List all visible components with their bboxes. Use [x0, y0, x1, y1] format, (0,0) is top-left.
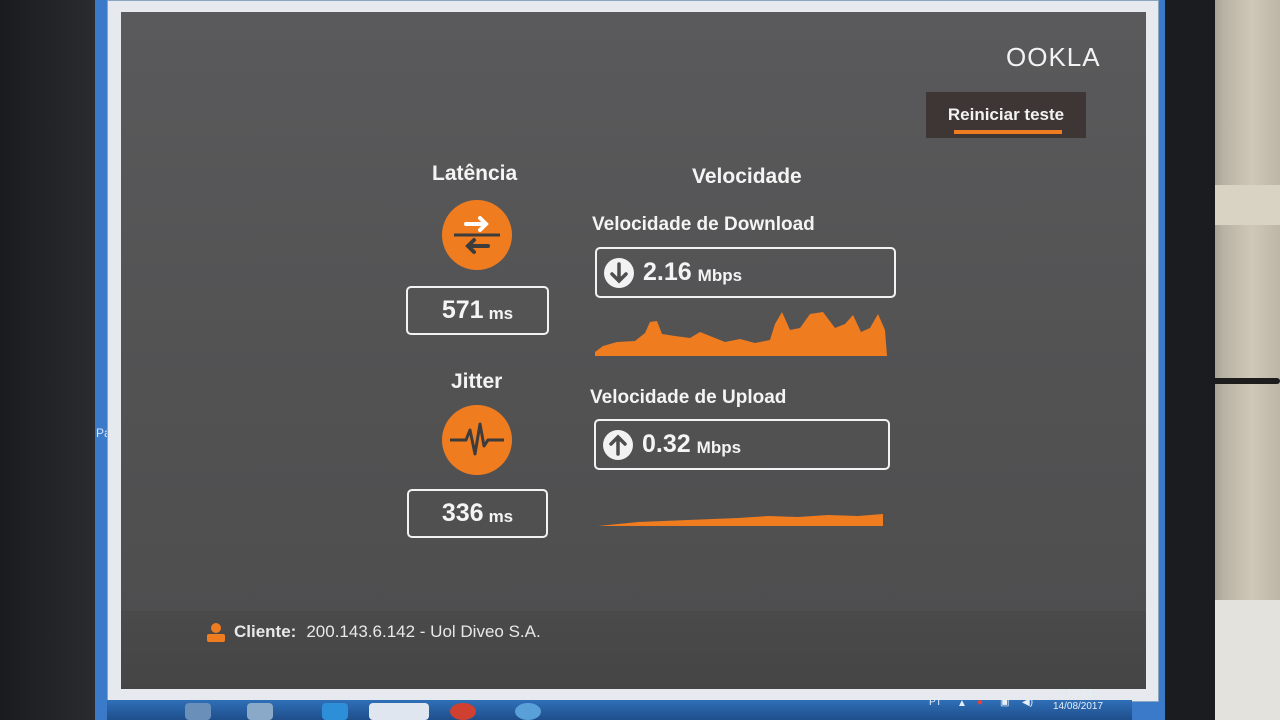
- upload-value-box: 0.32 Mbps: [594, 419, 890, 470]
- latency-value-box: 571 ms: [406, 286, 549, 335]
- firefox-icon[interactable]: [369, 703, 429, 720]
- upload-unit: Mbps: [696, 437, 742, 457]
- download-value: 2.16: [643, 258, 692, 286]
- chrome-icon[interactable]: [450, 703, 476, 720]
- speedtest-app: OOKLA Reiniciar teste Latência 571 ms Ji…: [121, 12, 1146, 689]
- speed-title: Velocidade: [692, 165, 802, 188]
- shelf: [1210, 185, 1280, 225]
- jitter-value: 336: [441, 499, 484, 527]
- upload-label: Velocidade de Upload: [590, 387, 787, 408]
- download-label: Velocidade de Download: [592, 214, 815, 235]
- clock-time[interactable]: 10:24: [1067, 688, 1092, 699]
- upload-graph: [598, 514, 883, 526]
- app-icon[interactable]: [247, 703, 273, 720]
- restart-test-button[interactable]: Reiniciar teste: [926, 92, 1086, 138]
- latency-value: 571: [441, 296, 484, 324]
- latency-icon: [442, 200, 512, 270]
- upload-value: 0.32: [642, 430, 691, 458]
- upload-arrow-icon: [603, 429, 633, 460]
- show-hidden-icons-icon[interactable]: ▲: [957, 698, 967, 709]
- latency-unit: ms: [488, 303, 514, 323]
- ie-icon[interactable]: [322, 703, 348, 720]
- download-graph: [595, 312, 887, 356]
- jitter-unit: ms: [488, 506, 514, 526]
- monitor-bezel-left: [0, 0, 100, 720]
- ookla-logo: OOKLA: [1006, 42, 1101, 72]
- client-label: Cliente:: [234, 622, 297, 641]
- client-info: Cliente: 200.143.6.142 - Uol Diveo S.A.: [206, 621, 541, 643]
- download-value-box: 2.16 Mbps: [595, 247, 896, 298]
- clock-date[interactable]: 14/08/2017: [1053, 701, 1103, 712]
- browser-icon[interactable]: [515, 703, 541, 720]
- explorer-icon[interactable]: [185, 703, 211, 720]
- restart-test-label: Reiniciar teste: [947, 105, 1065, 124]
- volume-icon[interactable]: ◀): [1022, 697, 1033, 708]
- download-arrow-icon: [604, 257, 634, 288]
- download-unit: Mbps: [697, 265, 743, 285]
- network-icon[interactable]: ▣: [1000, 697, 1009, 708]
- client-value: 200.143.6.142 - Uol Diveo S.A.: [306, 622, 541, 641]
- taskbar: PT ▲ ● ▣ ◀) 10:24 14/08/2017: [107, 688, 1132, 720]
- user-icon: [207, 623, 225, 642]
- jitter-icon: [442, 405, 512, 475]
- latency-title: Latência: [432, 162, 518, 185]
- language-indicator[interactable]: PT: [929, 697, 942, 708]
- jitter-value-box: 336 ms: [407, 489, 548, 538]
- tray-app-icon[interactable]: ●: [977, 697, 983, 708]
- jitter-title: Jitter: [451, 370, 503, 393]
